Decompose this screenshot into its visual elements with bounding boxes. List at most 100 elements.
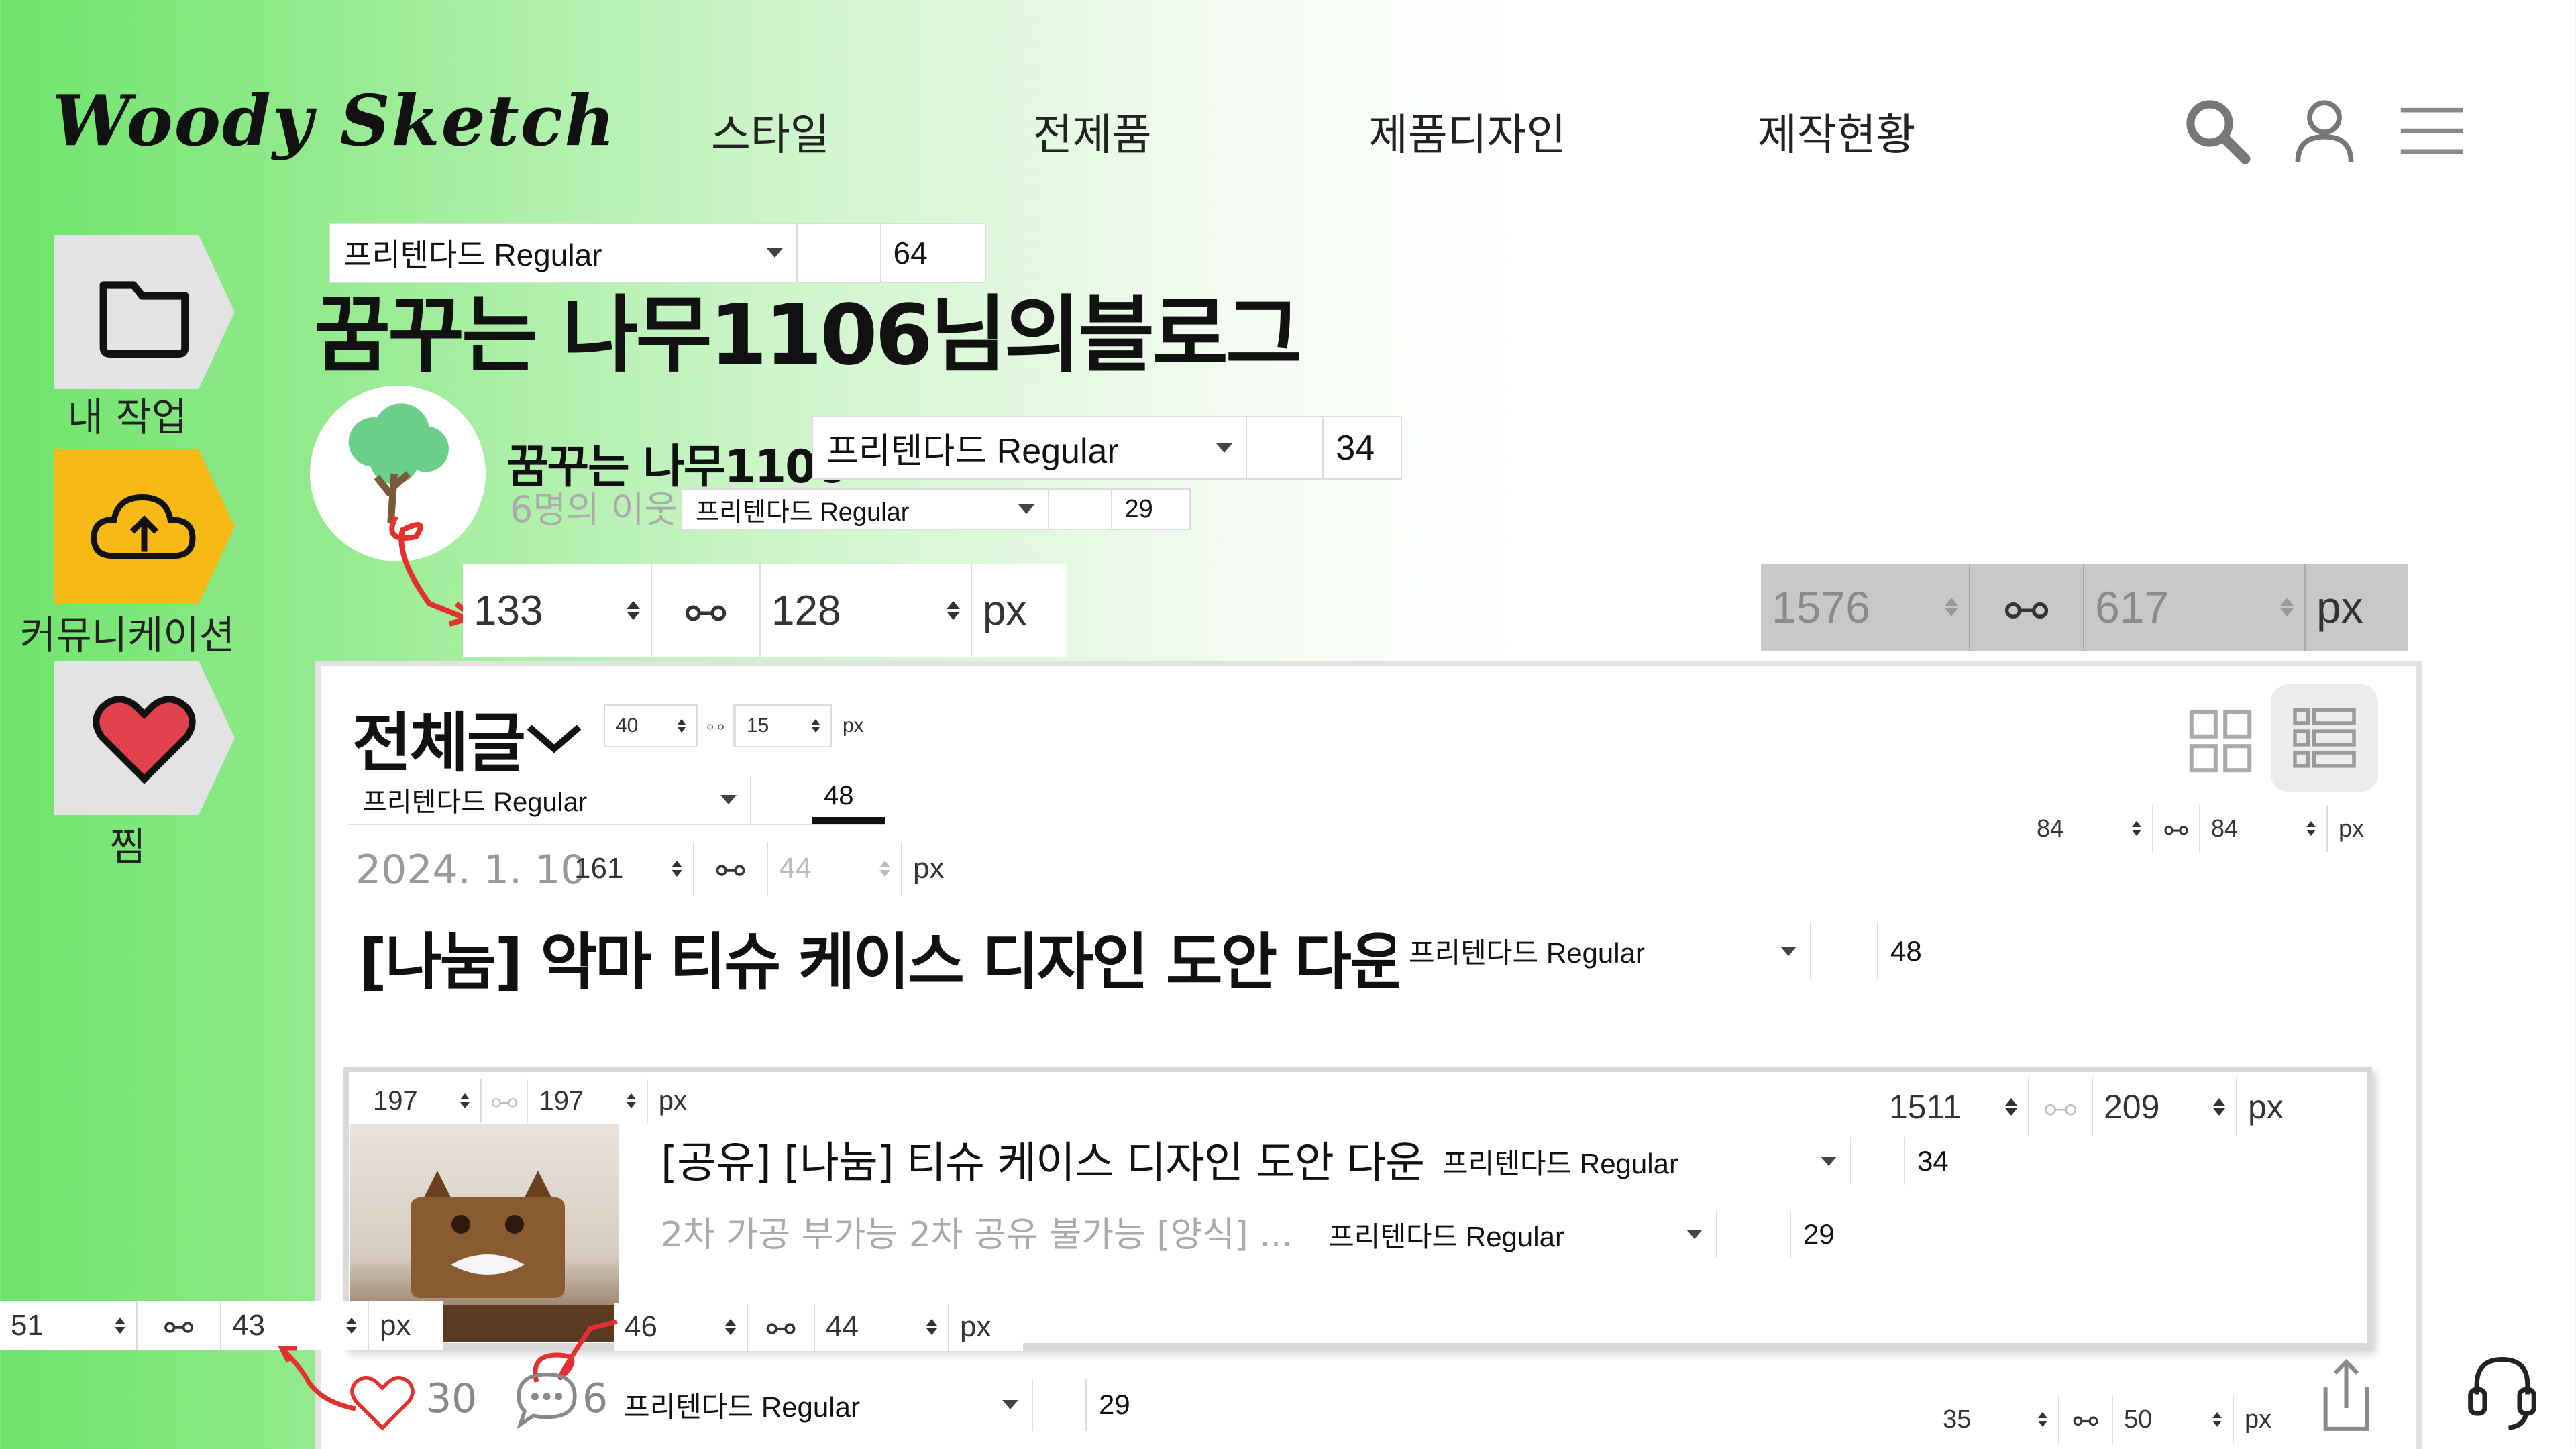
heart-outline-icon[interactable] — [345, 1368, 419, 1436]
link-icon[interactable]: ⧟ — [766, 1310, 796, 1344]
spinner-icon[interactable] — [725, 1319, 736, 1335]
neighbors-font-toolbar[interactable]: 프리텐다드 Regular 29 — [681, 488, 1191, 530]
link-icon[interactable]: ⧟ — [2044, 1087, 2078, 1127]
spinner-icon — [879, 861, 890, 877]
spinner-icon[interactable] — [346, 1318, 357, 1334]
link-icon[interactable]: ⧟ — [685, 586, 727, 635]
featured-font-toolbar[interactable]: 프리텐다드 Regular 48 — [1395, 922, 1966, 979]
font-style-cell[interactable] — [1049, 490, 1113, 529]
spinner-icon[interactable] — [2005, 1098, 2017, 1116]
width-value[interactable]: 40 — [616, 714, 638, 737]
link-icon[interactable]: ⧟ — [2004, 581, 2049, 634]
grid-view-button[interactable] — [2180, 701, 2261, 782]
font-size[interactable]: 48 — [1878, 922, 1966, 979]
view-toggle-size-control[interactable]: 84 ⧟ 84 px — [2026, 805, 2402, 852]
hamburger-menu-icon[interactable] — [2395, 94, 2469, 168]
banner-size-control[interactable]: 1576 ⧟ 617 px — [1761, 564, 2408, 651]
height-value[interactable]: 209 — [2104, 1087, 2159, 1126]
height-value[interactable]: 197 — [539, 1086, 584, 1116]
user-icon[interactable] — [2288, 94, 2361, 168]
font-size[interactable]: 48 — [812, 775, 885, 824]
thumbnail-size-control[interactable]: 197 ⧟ 197 px — [362, 1079, 698, 1123]
width-value[interactable]: 35 — [1943, 1405, 1971, 1434]
spinner-icon[interactable] — [2132, 821, 2141, 836]
card-size-control[interactable]: 1511 ⧟ 209 px — [1878, 1077, 2348, 1137]
height-value[interactable]: 84 — [2211, 814, 2238, 843]
link-icon[interactable]: ⧟ — [716, 852, 745, 885]
height-value[interactable]: 50 — [2124, 1405, 2152, 1434]
link-icon[interactable]: ⧟ — [164, 1309, 194, 1342]
font-size[interactable]: 29 — [1087, 1379, 1174, 1431]
height-value[interactable]: 128 — [771, 587, 841, 635]
font-size[interactable]: 29 — [1791, 1211, 1878, 1258]
font-style-cell[interactable] — [1851, 1137, 1905, 1185]
font-size[interactable]: 34 — [1324, 417, 1401, 478]
like-size-control[interactable]: 51 ⧟ 43 px — [0, 1301, 443, 1350]
nav-production-status[interactable]: 제작현황 — [1758, 101, 1916, 162]
spinner-icon[interactable] — [627, 601, 640, 620]
unit-label: px — [2248, 1088, 2284, 1126]
font-name: 프리텐다드 Regular — [1442, 1147, 1678, 1179]
spinner-icon[interactable] — [678, 719, 686, 733]
sidebar-item-favorites[interactable] — [54, 661, 235, 815]
spinner-icon[interactable] — [2306, 821, 2316, 836]
height-value[interactable]: 44 — [826, 1310, 859, 1344]
comment-size-control[interactable]: 46 ⧟ 44 px — [614, 1303, 1023, 1351]
share-icon[interactable] — [2314, 1355, 2378, 1436]
category-dropdown[interactable]: 전체글 — [352, 691, 584, 784]
width-value[interactable]: 51 — [11, 1309, 44, 1342]
neighbors-count[interactable]: 6명의 이웃 — [510, 480, 678, 533]
spinner-icon[interactable] — [626, 1093, 636, 1108]
font-size[interactable]: 29 — [1112, 490, 1189, 529]
font-style-cell[interactable] — [1247, 417, 1324, 478]
width-value[interactable]: 1511 — [1889, 1087, 1962, 1126]
width-value[interactable]: 84 — [2037, 814, 2063, 843]
spinner-icon[interactable] — [2213, 1098, 2225, 1116]
link-icon[interactable]: ⧟ — [2073, 1405, 2098, 1434]
sidebar-item-community[interactable] — [54, 449, 235, 604]
width-value[interactable]: 161 — [574, 852, 623, 885]
sidebar-item-label: 커뮤니케이션 — [19, 612, 235, 658]
share-size-control[interactable]: 35 ⧟ 50 px — [1932, 1395, 2294, 1444]
font-style-cell[interactable] — [1717, 1211, 1791, 1258]
heading-size-control[interactable]: 40 ⧟ 15 px — [604, 704, 892, 747]
avatar-size-control[interactable]: 133 ⧟ 128 px — [463, 564, 1067, 657]
spinner-icon[interactable] — [926, 1319, 937, 1335]
spinner-icon[interactable] — [460, 1093, 470, 1108]
heading-font-toolbar[interactable]: 프리텐다드 Regular 48 — [349, 775, 885, 825]
width-value[interactable]: 133 — [474, 587, 543, 635]
height-value[interactable]: 15 — [747, 714, 769, 737]
spinner-icon[interactable] — [812, 719, 820, 733]
stats-font-toolbar[interactable]: 프리텐다드 Regular 29 — [610, 1379, 1174, 1431]
list-view-button[interactable] — [2271, 684, 2378, 792]
site-logo[interactable]: Woody Sketch — [52, 79, 616, 162]
card-excerpt-font-toolbar[interactable]: 프리텐다드 Regular 29 — [1315, 1211, 1878, 1258]
nav-product-design[interactable]: 제품디자인 — [1368, 101, 1566, 162]
nav-style[interactable]: 스타일 — [711, 101, 830, 162]
link-icon[interactable]: ⧟ — [706, 715, 724, 737]
comment-icon[interactable] — [510, 1365, 584, 1432]
link-icon[interactable]: ⧟ — [491, 1086, 518, 1116]
card-title[interactable]: [공유] [나눔] 티슈 케이스 디자인 도안 다운 — [661, 1128, 1425, 1190]
font-style-cell[interactable] — [751, 775, 812, 824]
width-value[interactable]: 197 — [373, 1086, 418, 1116]
spinner-icon[interactable] — [2212, 1412, 2222, 1427]
date-size-control[interactable]: 161 ⧟ 44 px — [564, 842, 1020, 896]
spinner-icon[interactable] — [947, 601, 960, 620]
link-icon[interactable]: ⧟ — [2164, 814, 2188, 843]
featured-post-title[interactable]: [나눔] 악마 티슈 케이스 디자인 도안 다운 — [359, 912, 1407, 1002]
font-style-cell[interactable] — [1811, 922, 1878, 979]
search-icon[interactable] — [2180, 94, 2254, 168]
sidebar-item-my-work[interactable] — [54, 235, 235, 389]
card-title-font-toolbar[interactable]: 프리텐다드 Regular 34 — [1429, 1137, 1992, 1185]
spinner-icon[interactable] — [115, 1318, 125, 1334]
headset-support-icon[interactable] — [2462, 1348, 2542, 1436]
font-style-cell[interactable] — [1033, 1379, 1087, 1431]
spinner-icon[interactable] — [2038, 1412, 2047, 1427]
spinner-icon[interactable] — [672, 861, 682, 877]
font-size[interactable]: 34 — [1905, 1137, 1992, 1185]
nav-all-products[interactable]: 전제품 — [1033, 101, 1152, 162]
nickname-font-toolbar[interactable]: 프리텐다드 Regular 34 — [812, 416, 1402, 480]
post-date: 2024. 1. 10 — [356, 847, 586, 894]
height-value[interactable]: 43 — [232, 1309, 265, 1342]
